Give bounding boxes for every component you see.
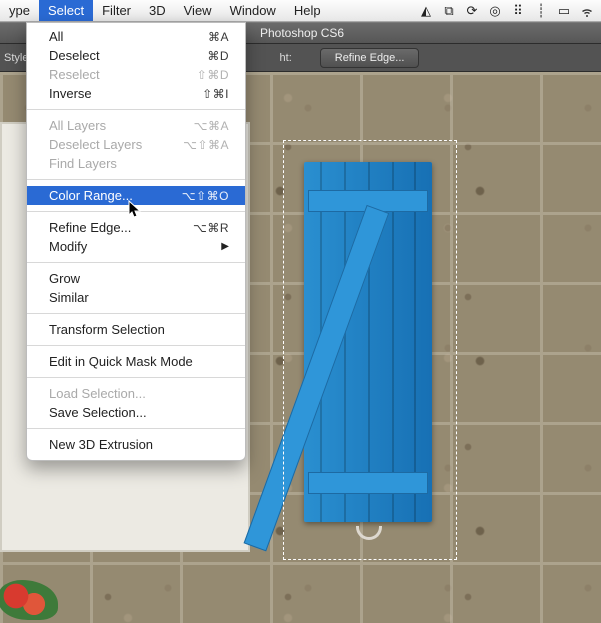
- menu-item-label: Deselect Layers: [49, 137, 142, 152]
- menu-item-label: Save Selection...: [49, 405, 147, 420]
- menu-item-refine-edge[interactable]: Refine Edge... ⌥⌘R: [27, 218, 245, 237]
- menu-item-label: New 3D Extrusion: [49, 437, 153, 452]
- menu-separator: [27, 428, 245, 429]
- menu-item-label: Edit in Quick Mask Mode: [49, 354, 193, 369]
- menu-item-similar[interactable]: Similar: [27, 288, 245, 307]
- menu-item-label: All Layers: [49, 118, 106, 133]
- menu-item-grow[interactable]: Grow: [27, 269, 245, 288]
- menu-item-all-layers: All Layers ⌥⌘A: [27, 116, 245, 135]
- mac-menubar: ype Select Filter 3D View Window Help ◭ …: [0, 0, 601, 22]
- menu-item-label: All: [49, 29, 63, 44]
- menu-item-shortcut: ⌥⌘A: [194, 119, 229, 133]
- select-menu-dropdown[interactable]: All ⌘A Deselect ⌘D Reselect ⇧⌘D Inverse ⇧⌘I All …: [26, 22, 246, 461]
- menu-item-label: Find Layers: [49, 156, 117, 171]
- airplay-icon[interactable]: ▭: [556, 3, 572, 19]
- menubar-item-view[interactable]: View: [175, 0, 221, 21]
- menu-item-shortcut: ⌥⇧⌘A: [183, 138, 229, 152]
- menubar-status-icons: ◭ ⧉ ⟳ ◎ ⠿ ┊ ▭: [418, 3, 601, 19]
- menu-item-inverse[interactable]: Inverse ⇧⌘I: [27, 84, 245, 103]
- menu-separator: [27, 211, 245, 212]
- divider-icon: ┊: [533, 3, 549, 19]
- menu-item-reselect: Reselect ⇧⌘D: [27, 65, 245, 84]
- menu-item-label: Modify: [49, 239, 87, 254]
- menu-item-shortcut: ⌘A: [208, 30, 229, 44]
- menu-item-shortcut: ⇧⌘D: [197, 68, 229, 82]
- menu-separator: [27, 179, 245, 180]
- menu-item-label: Load Selection...: [49, 386, 146, 401]
- menu-item-save-selection[interactable]: Save Selection...: [27, 403, 245, 422]
- menu-item-find-layers: Find Layers: [27, 154, 245, 173]
- grid-icon[interactable]: ⠿: [510, 3, 526, 19]
- menu-item-label: Transform Selection: [49, 322, 165, 337]
- menu-separator: [27, 345, 245, 346]
- menu-item-shortcut: ⌘D: [207, 49, 229, 63]
- cc-icon[interactable]: ◎: [487, 3, 503, 19]
- menu-item-edit-in-quick-mask-mode[interactable]: Edit in Quick Mask Mode: [27, 352, 245, 371]
- sync-icon[interactable]: ⟳: [464, 3, 480, 19]
- menu-separator: [27, 377, 245, 378]
- menu-item-shortcut: ⇧⌘I: [202, 87, 229, 101]
- menubar-item-filter[interactable]: Filter: [93, 0, 140, 21]
- menu-item-modify[interactable]: Modify ▶: [27, 237, 245, 256]
- menu-item-deselect[interactable]: Deselect ⌘D: [27, 46, 245, 65]
- menu-item-shortcut: ⌥⌘R: [193, 221, 229, 235]
- menubar-item-3d[interactable]: 3D: [140, 0, 175, 21]
- menu-item-deselect-layers: Deselect Layers ⌥⇧⌘A: [27, 135, 245, 154]
- menu-item-color-range[interactable]: Color Range... ⌥⇧⌘O: [27, 186, 245, 205]
- menu-item-label: Reselect: [49, 67, 100, 82]
- refine-edge-button[interactable]: Refine Edge...: [320, 48, 420, 68]
- menu-item-label: Inverse: [49, 86, 92, 101]
- wifi-icon[interactable]: [579, 3, 595, 19]
- menu-separator: [27, 313, 245, 314]
- menubar-item-help[interactable]: Help: [285, 0, 330, 21]
- menu-item-label: Similar: [49, 290, 89, 305]
- google-drive-icon[interactable]: ◭: [418, 3, 434, 19]
- menu-item-transform-selection[interactable]: Transform Selection: [27, 320, 245, 339]
- menu-separator: [27, 262, 245, 263]
- menu-item-new-3d-extrusion[interactable]: New 3D Extrusion: [27, 435, 245, 454]
- menu-item-label: Color Range...: [49, 188, 133, 203]
- menu-item-shortcut: ⌥⇧⌘O: [182, 189, 229, 203]
- menu-item-label: Refine Edge...: [49, 220, 131, 235]
- submenu-arrow-icon: ▶: [221, 241, 229, 252]
- menubar-item-select[interactable]: Select: [39, 0, 93, 21]
- menu-item-label: Deselect: [49, 48, 100, 63]
- menu-separator: [27, 109, 245, 110]
- dropbox-icon[interactable]: ⧉: [441, 3, 457, 19]
- menu-item-label: Grow: [49, 271, 80, 286]
- menu-item-load-selection: Load Selection...: [27, 384, 245, 403]
- menu-item-all[interactable]: All ⌘A: [27, 27, 245, 46]
- menubar-item-type[interactable]: ype: [0, 0, 39, 21]
- app-title: Photoshop CS6: [260, 26, 344, 40]
- blue-shutter: [304, 162, 432, 522]
- menubar-item-window[interactable]: Window: [221, 0, 285, 21]
